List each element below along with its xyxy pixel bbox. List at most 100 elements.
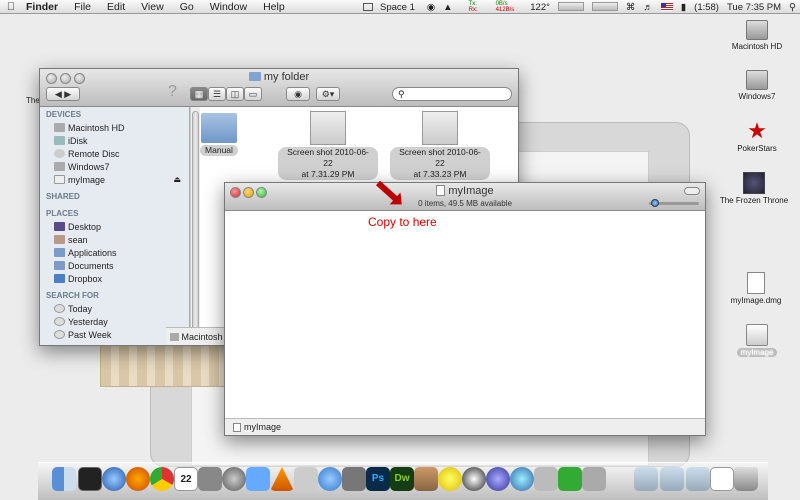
title-bar: myImage 0 items, 49.5 MB available — [225, 183, 705, 211]
sidebar-item-sean[interactable]: sean — [40, 233, 189, 246]
desktop-icon-frozen-throne[interactable]: The Frozen Throne — [708, 172, 800, 205]
app-dock-icon[interactable] — [510, 467, 534, 491]
file-label: Screen shot 2010-06-22 at 7.33.23 PM — [390, 147, 490, 180]
network-monitor[interactable]: Tx: Rx: 0B/s 412B/s — [457, 1, 527, 13]
ical-dock-icon[interactable]: 22 — [174, 467, 198, 491]
apple-menu-icon[interactable]:  — [0, 1, 22, 13]
app-dock-icon[interactable] — [558, 467, 582, 491]
view-column-button[interactable]: ◫ — [226, 87, 244, 101]
spotlight-icon[interactable]: ⚲ — [785, 2, 800, 13]
system-preferences-dock-icon[interactable] — [582, 467, 606, 491]
folder-dock-icon[interactable] — [634, 467, 658, 491]
desktop-icon-windows7[interactable]: Windows7 — [718, 70, 796, 101]
sidebar-item-desktop[interactable]: Desktop — [40, 220, 189, 233]
action-gear-button[interactable]: ⚙▾ — [316, 87, 340, 101]
view-list-button[interactable]: ☰ — [208, 87, 226, 101]
activity-icon[interactable]: ▲ — [439, 2, 456, 13]
icon-size-slider[interactable] — [649, 199, 699, 207]
temperature[interactable]: 122° — [526, 2, 554, 13]
terminal-dock-icon[interactable] — [78, 467, 102, 491]
path-bar-label[interactable]: myImage — [244, 422, 281, 432]
app-dock-icon[interactable] — [294, 467, 318, 491]
app-dock-icon[interactable] — [198, 467, 222, 491]
memory-meter[interactable] — [588, 2, 622, 13]
menu-view[interactable]: View — [133, 1, 172, 13]
sidebar-item-macintosh-hd[interactable]: Macintosh HD — [40, 121, 189, 134]
qq-dock-icon[interactable] — [462, 467, 486, 491]
menu-file[interactable]: File — [66, 1, 99, 13]
desktop-icon-macintosh-hd[interactable]: Macintosh HD — [718, 20, 796, 51]
safari-dock-icon[interactable] — [102, 467, 126, 491]
sidebar-item-documents[interactable]: Documents — [40, 259, 189, 272]
sidebar-item-myimage[interactable]: myImage ⏏ — [40, 173, 189, 186]
menu-window[interactable]: Window — [202, 1, 255, 13]
clock[interactable]: Tue 7:35 PM — [723, 2, 785, 13]
battery-time[interactable]: (1:58) — [690, 2, 723, 13]
folder-dock-icon[interactable] — [686, 467, 710, 491]
trash-dock-icon[interactable] — [734, 467, 758, 491]
sidebar-item-remote-disc[interactable]: Remote Disc — [40, 147, 189, 160]
documents-icon — [54, 261, 65, 270]
menu-go[interactable]: Go — [172, 1, 202, 13]
path-bar-label[interactable]: Macintosh HD — [182, 332, 226, 342]
folder-dock-icon[interactable] — [660, 467, 684, 491]
app-dock-icon[interactable] — [534, 467, 558, 491]
back-forward-buttons[interactable]: ◀ ▶ — [46, 87, 80, 101]
desktop-icon-pokerstars[interactable]: ★ PokerStars — [718, 120, 796, 154]
menu-help[interactable]: Help — [255, 1, 293, 13]
finder-dock-icon[interactable] — [52, 467, 76, 491]
firefox-dock-icon[interactable] — [126, 467, 150, 491]
desktop-icon — [54, 222, 65, 231]
sidebar-item-windows7[interactable]: Windows7 — [40, 160, 189, 173]
wifi-icon[interactable]: ⌘ — [622, 2, 640, 13]
sidebar-item-label: Dropbox — [68, 274, 103, 284]
app-dock-icon[interactable] — [486, 467, 510, 491]
file-item-screenshot-2[interactable]: Screen shot 2010-06-22 at 7.33.23 PM — [390, 111, 490, 180]
help-icon[interactable]: ? — [168, 83, 177, 101]
desktop-label-truncated: The — [26, 96, 40, 105]
slider-knob[interactable] — [651, 199, 659, 207]
dreamweaver-dock-icon[interactable]: Dw — [390, 467, 414, 491]
file-item-manual[interactable]: Manual — [190, 111, 248, 156]
app-dock-icon[interactable] — [342, 467, 366, 491]
file-label: Manual — [200, 145, 238, 156]
menu-app-name[interactable]: Finder — [22, 1, 66, 13]
cpu-meter[interactable] — [554, 2, 588, 13]
view-icon-button[interactable]: ▦ — [190, 87, 208, 101]
spaces-menu[interactable]: Space 1 — [359, 2, 423, 13]
input-flag-icon[interactable] — [657, 2, 677, 13]
path-bar: myImage — [225, 418, 705, 435]
vlc-dock-icon[interactable] — [270, 467, 294, 491]
itunes-dock-icon[interactable] — [318, 467, 342, 491]
sidebar-item-dropbox[interactable]: Dropbox — [40, 272, 189, 285]
menu-edit[interactable]: Edit — [99, 1, 133, 13]
battery-icon[interactable]: ▮ — [677, 2, 690, 13]
xcode-dock-icon[interactable] — [246, 467, 270, 491]
background-box-image — [100, 345, 225, 387]
sidebar-item-idisk[interactable]: iDisk — [40, 134, 189, 147]
desktop-icon-myimage-dmg[interactable]: myImage.dmg — [714, 272, 798, 305]
desktop-icon-myimage[interactable]: myImage — [718, 324, 796, 357]
toolbar-toggle-button[interactable] — [684, 187, 700, 195]
q-icon[interactable]: ◉ — [423, 2, 439, 13]
dock: 22 Ps Dw — [38, 462, 768, 500]
network-labels: Tx: Rx: — [461, 1, 486, 13]
chrome-dock-icon[interactable] — [150, 467, 174, 491]
view-coverflow-button[interactable]: ▭ — [244, 87, 262, 101]
file-label-line2: at 7.33.23 PM — [413, 169, 467, 179]
eject-icon[interactable]: ⏏ — [173, 175, 181, 184]
sidebar-item-today[interactable]: Today — [40, 302, 189, 315]
volume-icon[interactable]: ♬ — [639, 2, 657, 13]
search-input[interactable]: ⚲ — [392, 87, 512, 101]
bbedit-dock-icon[interactable] — [222, 467, 246, 491]
content-area[interactable]: Copy to here — [225, 211, 705, 418]
file-item-screenshot-1[interactable]: Screen shot 2010-06-22 at 7.31.29 PM — [278, 111, 378, 180]
calendar-day: 22 — [180, 474, 192, 485]
photoshop-dock-icon[interactable]: Ps — [366, 467, 390, 491]
document-stack-dock-icon[interactable] — [710, 467, 734, 491]
adium-dock-icon[interactable] — [438, 467, 462, 491]
preview-dock-icon[interactable] — [414, 467, 438, 491]
quick-look-button[interactable]: ◉ — [286, 87, 310, 101]
sidebar-item-applications[interactable]: Applications — [40, 246, 189, 259]
sidebar-header-shared: SHARED — [46, 192, 80, 201]
